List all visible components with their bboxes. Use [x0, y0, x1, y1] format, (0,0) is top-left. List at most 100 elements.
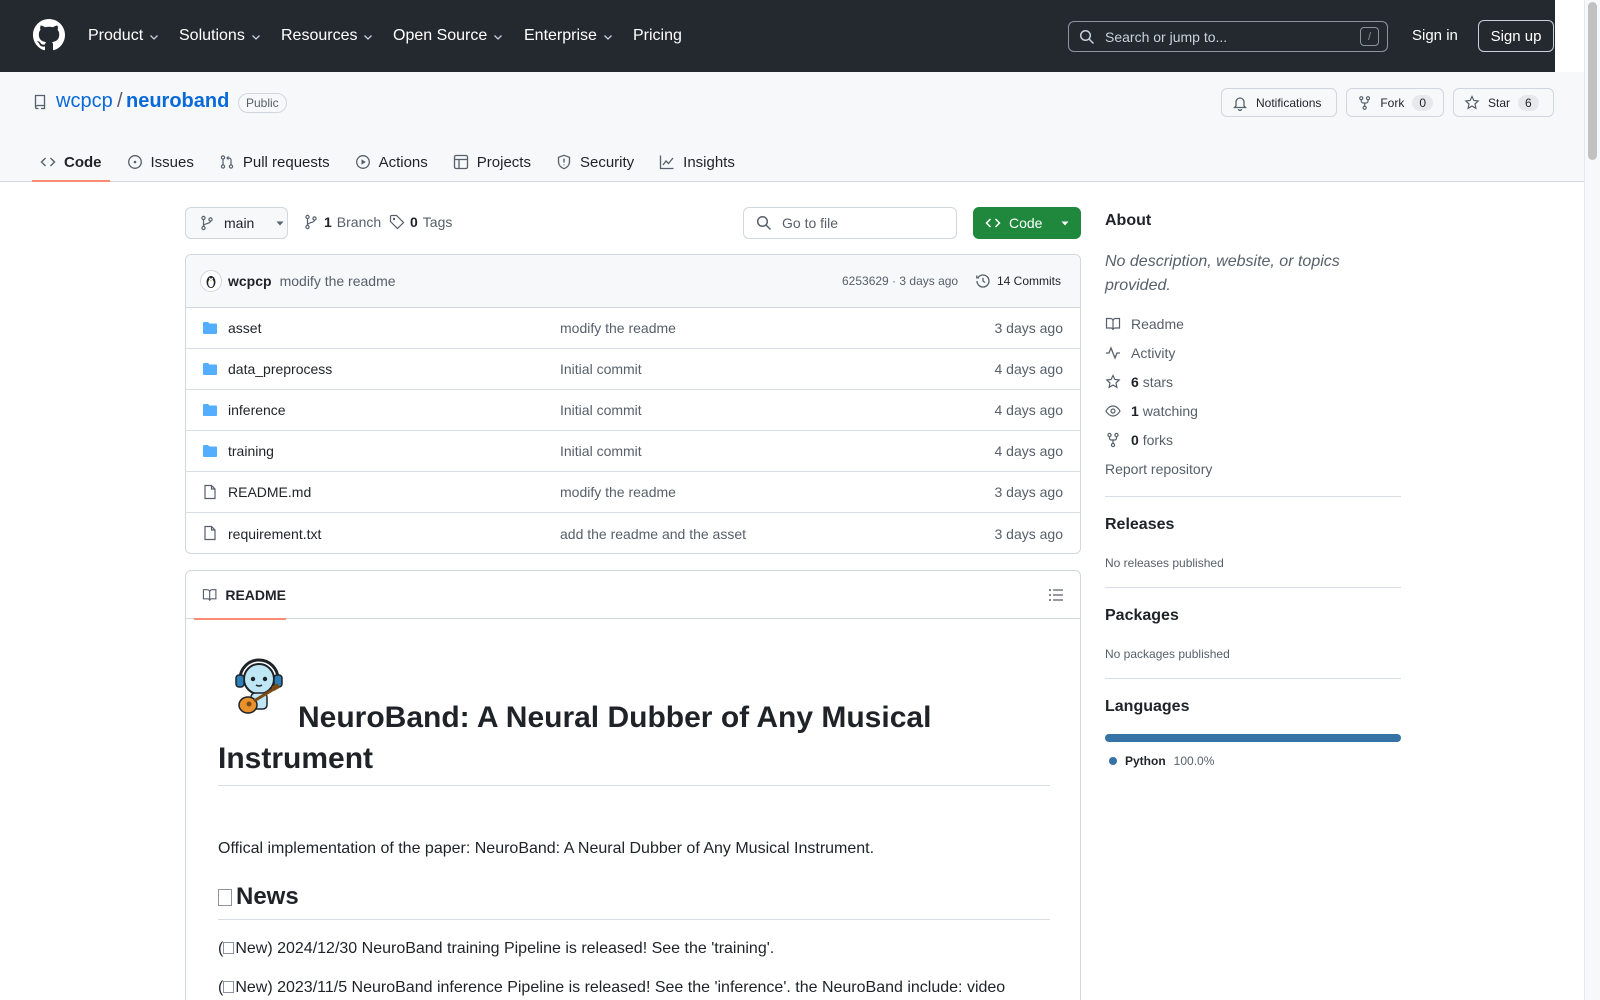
nav-open-source[interactable]: Open Source: [393, 23, 504, 49]
file-date: 3 days ago: [994, 320, 1064, 336]
forks-link[interactable]: 0 forks: [1105, 432, 1173, 448]
visibility-badge: Public: [238, 93, 287, 113]
code-dropdown-button[interactable]: Code: [973, 207, 1081, 239]
caret-down-icon: [276, 221, 284, 226]
star-icon: [1464, 94, 1480, 109]
activity-link[interactable]: Activity: [1105, 345, 1175, 361]
branch-count: 1: [324, 214, 332, 230]
avatar[interactable]: [200, 270, 222, 292]
news-item-2-text: New) 2023/11/5 NeuroBand inference Pipel…: [235, 979, 1006, 996]
page-scrollbar[interactable]: [1584, 0, 1600, 1000]
scrollbar-thumb[interactable]: [1588, 2, 1597, 160]
tags-link[interactable]: 0 Tags: [389, 214, 452, 230]
watching-count: 1: [1131, 403, 1139, 419]
file-name[interactable]: asset: [228, 320, 261, 336]
file-name[interactable]: README.md: [228, 484, 311, 500]
divider: [1105, 587, 1401, 588]
releases-heading[interactable]: Releases: [1105, 516, 1174, 534]
notifications-button[interactable]: Notifications: [1221, 88, 1337, 117]
tab-projects[interactable]: Projects: [445, 142, 539, 182]
watching-link[interactable]: 1 watching: [1105, 403, 1198, 419]
readme-tab-label: README: [225, 587, 286, 603]
releases-note: No releases published: [1105, 556, 1224, 570]
chevron-down-icon: [251, 35, 260, 40]
divider: [1105, 496, 1401, 497]
sign-in-link[interactable]: Sign in: [1412, 27, 1458, 44]
book-icon: [202, 589, 217, 601]
tab-pull-requests-label: Pull requests: [242, 153, 330, 171]
nav-enterprise-label: Enterprise: [524, 27, 597, 44]
repo-name-link[interactable]: neuroband: [126, 90, 229, 113]
fork-button[interactable]: Fork 0: [1346, 88, 1444, 117]
file-commit-message[interactable]: Initial commit: [560, 443, 642, 459]
file-commit-message[interactable]: modify the readme: [560, 320, 676, 336]
file-row-training[interactable]: training Initial commit 4 days ago: [186, 431, 1080, 472]
missing-glyph-icon: [223, 942, 235, 954]
news-heading: News: [218, 883, 1050, 920]
nav-pricing-label: Pricing: [633, 27, 682, 44]
go-to-file-input[interactable]: Go to file: [743, 207, 957, 239]
tab-projects-label: Projects: [476, 153, 531, 171]
about-heading: About: [1105, 212, 1152, 229]
file-name[interactable]: data_preprocess: [228, 361, 332, 377]
nav-resources[interactable]: Resources: [281, 23, 374, 49]
folder-icon: [203, 404, 217, 416]
report-repository-link[interactable]: Report repository: [1105, 461, 1212, 477]
table-icon: [453, 154, 468, 170]
commit-hash-time[interactable]: 6253629 · 3 days ago: [842, 274, 958, 288]
tab-code-label: Code: [64, 153, 102, 171]
nav-enterprise[interactable]: Enterprise: [524, 23, 614, 49]
tab-actions[interactable]: Actions: [347, 142, 436, 182]
file-row-inference[interactable]: inference Initial commit 4 days ago: [186, 390, 1080, 431]
commits-link[interactable]: 14 Commits: [975, 273, 1061, 289]
search-input[interactable]: Search or jump to... /: [1068, 21, 1388, 52]
go-to-file-placeholder: Go to file: [782, 215, 839, 231]
language-item[interactable]: Python 100.0%: [1109, 754, 1214, 768]
star-count: 6: [1518, 94, 1539, 111]
fork-count: 0: [1412, 94, 1433, 111]
latest-commit-bar: wcpcp modify the readme 6253629 · 3 days…: [186, 255, 1080, 308]
about-description: No description, website, or topics provi…: [1105, 253, 1340, 294]
branch-selector[interactable]: main: [185, 207, 288, 239]
file-commit-message[interactable]: Initial commit: [560, 402, 642, 418]
nav-pricing[interactable]: Pricing: [633, 23, 682, 49]
file-name[interactable]: requirement.txt: [228, 526, 321, 542]
tab-issues[interactable]: Issues: [119, 142, 202, 182]
file-name[interactable]: inference: [228, 402, 286, 418]
file-name[interactable]: training: [228, 443, 274, 459]
readme-title: NeuroBand: A Neural Dubber of Any Musica…: [218, 697, 1050, 786]
file-row-asset[interactable]: asset modify the readme 3 days ago: [186, 308, 1080, 349]
file-row-readme[interactable]: README.md modify the readme 3 days ago: [186, 472, 1080, 513]
branches-link[interactable]: 1 Branch: [303, 214, 381, 230]
stars-link[interactable]: 6 stars: [1105, 374, 1173, 390]
readme-tab[interactable]: README: [194, 571, 286, 620]
commit-author[interactable]: wcpcp: [228, 273, 272, 289]
star-button[interactable]: Star 6: [1453, 88, 1554, 117]
fork-icon: [1107, 432, 1119, 448]
packages-heading[interactable]: Packages: [1105, 607, 1179, 625]
commit-message[interactable]: modify the readme: [280, 273, 396, 289]
tab-security[interactable]: Security: [548, 142, 642, 182]
file-row-data-preprocess[interactable]: data_preprocess Initial commit 4 days ag…: [186, 349, 1080, 390]
tab-code[interactable]: Code: [32, 142, 110, 182]
nav-solutions[interactable]: Solutions: [179, 23, 262, 49]
file-commit-message[interactable]: Initial commit: [560, 361, 642, 377]
readme-link[interactable]: Readme: [1105, 316, 1184, 332]
file-row-requirement[interactable]: requirement.txt add the readme and the a…: [186, 513, 1080, 553]
branch-icon: [201, 215, 213, 231]
missing-glyph-icon: [223, 981, 235, 993]
code-button-label: Code: [1009, 215, 1043, 231]
list-icon[interactable]: [1048, 587, 1064, 603]
repo-owner-link[interactable]: wcpcp: [56, 90, 113, 113]
sign-up-button[interactable]: Sign up: [1478, 20, 1554, 52]
tab-issues-label: Issues: [150, 153, 194, 171]
chevron-down-icon: [603, 35, 612, 40]
nav-product[interactable]: Product: [88, 23, 160, 49]
tab-pull-requests[interactable]: Pull requests: [211, 142, 338, 182]
tab-security-label: Security: [579, 153, 635, 171]
github-logo-icon[interactable]: [33, 19, 65, 51]
tab-insights[interactable]: Insights: [651, 142, 743, 182]
file-commit-message[interactable]: add the readme and the asset: [560, 526, 746, 542]
file-date: 4 days ago: [994, 361, 1064, 377]
file-commit-message[interactable]: modify the readme: [560, 484, 676, 500]
